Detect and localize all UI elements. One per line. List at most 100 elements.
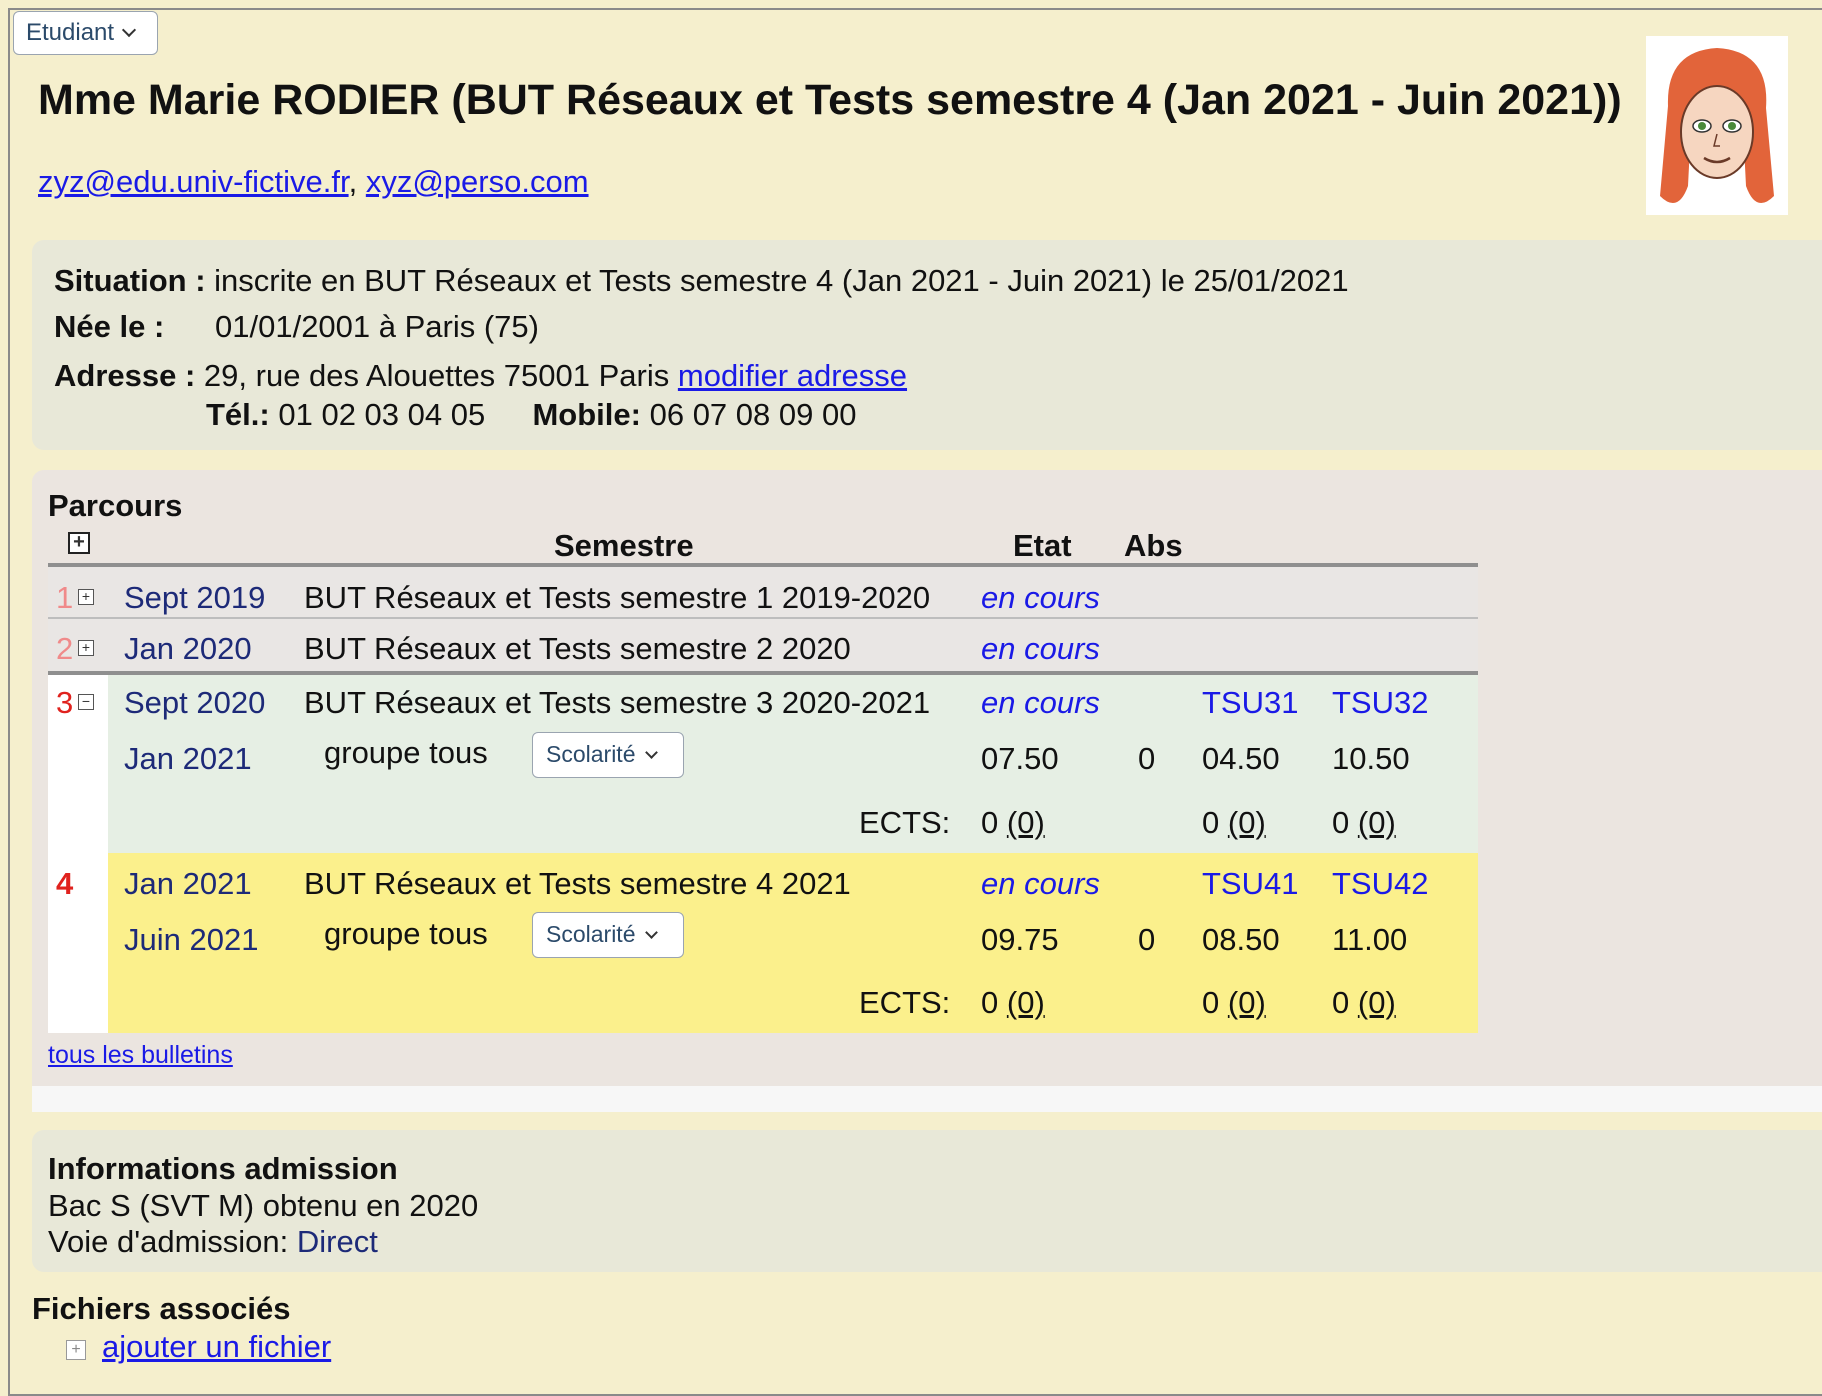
- semester-number: 2: [56, 631, 74, 666]
- admission-route-label: Voie d'admission:: [48, 1224, 289, 1259]
- secondary-email-link[interactable]: xyz@perso.com: [366, 164, 589, 199]
- semester-status: en cours: [981, 580, 1100, 615]
- ects-detail-link[interactable]: (0): [1007, 985, 1045, 1020]
- files-heading: Fichiers associés: [32, 1291, 291, 1326]
- student-avatar: [1646, 36, 1788, 215]
- semester-status: en cours: [981, 866, 1100, 901]
- ue-average: 10.50: [1332, 741, 1410, 776]
- add-file-link[interactable]: ajouter un fichier: [102, 1329, 331, 1365]
- col-semestre: Semestre: [554, 528, 694, 563]
- expand-icon[interactable]: +: [78, 640, 94, 656]
- chevron-down-icon: [645, 926, 659, 939]
- semester-average: 09.75: [981, 922, 1059, 957]
- address-value: 29, rue des Alouettes 75001 Paris: [203, 358, 670, 393]
- parcours-heading: Parcours: [48, 488, 183, 523]
- ue-code-link[interactable]: TSU41: [1202, 866, 1298, 902]
- ects-detail-link[interactable]: (0): [1007, 805, 1045, 840]
- semester-date-start: Jan 2021: [124, 866, 252, 901]
- ects-value: 0 (0): [981, 985, 1045, 1021]
- ects-credits: 0: [981, 985, 999, 1020]
- all-bulletins-link[interactable]: tous les bulletins: [48, 1041, 233, 1070]
- separator-strip: [32, 1086, 1822, 1112]
- tel-label: Tél.:: [206, 397, 270, 432]
- birth-label: Née le :: [54, 309, 165, 344]
- absence-count: 0: [1138, 741, 1156, 776]
- table-row[interactable]: 1 + Sept 2019 BUT Réseaux et Tests semes…: [48, 563, 1478, 621]
- semester-name: BUT Réseaux et Tests semestre 1 2019-202…: [304, 580, 931, 615]
- tel-value: 01 02 03 04 05: [278, 397, 486, 432]
- expand-all-icon[interactable]: +: [68, 532, 90, 554]
- situation-row: Situation : inscrite en BUT Réseaux et T…: [54, 263, 1349, 299]
- semester-date-end: Juin 2021: [124, 922, 259, 957]
- ects-detail-link[interactable]: (0): [1358, 805, 1396, 840]
- page-title: Mme Marie RODIER (BUT Réseaux et Tests s…: [38, 76, 1622, 124]
- admission-heading: Informations admission: [48, 1151, 398, 1186]
- ects-label: ECTS:: [859, 805, 951, 840]
- ue-average: 11.00: [1332, 922, 1408, 957]
- semester-number: 4: [56, 866, 74, 901]
- birth-value: 01/01/2001 à Paris (75): [215, 309, 539, 344]
- ects-credits: 0: [1332, 805, 1350, 840]
- semester-date-start: Sept 2020: [124, 685, 266, 720]
- ects-credits: 0: [981, 805, 999, 840]
- ue-code-link[interactable]: TSU31: [1202, 685, 1298, 721]
- select-label: Scolarité: [546, 741, 636, 767]
- address-label: Adresse :: [54, 358, 196, 393]
- email-links: zyz@edu.univ-fictive.fr, xyz@perso.com: [38, 164, 589, 200]
- semester-date: Sept 2019: [124, 580, 266, 615]
- select-label: Scolarité: [546, 921, 636, 947]
- semester-name: BUT Réseaux et Tests semestre 4 2021: [304, 866, 851, 901]
- avatar-image: [1660, 48, 1774, 204]
- semester-date-end: Jan 2021: [124, 741, 252, 776]
- table-row[interactable]: 3 − Sept 2020 BUT Réseaux et Tests semes…: [48, 671, 1478, 857]
- phone-row: Tél.: 01 02 03 04 05 Mobile: 06 07 08 09…: [206, 397, 856, 433]
- mobile-label: Mobile:: [532, 397, 641, 432]
- ects-value: 0 (0): [1332, 805, 1396, 841]
- table-row[interactable]: 4 Jan 2021 BUT Réseaux et Tests semestre…: [48, 853, 1478, 1033]
- semester-average: 07.50: [981, 741, 1059, 776]
- collapse-icon[interactable]: −: [78, 694, 94, 710]
- modify-address-link[interactable]: modifier adresse: [678, 358, 907, 393]
- ue-average: 08.50: [1202, 922, 1280, 957]
- chevron-down-icon: [645, 746, 659, 759]
- ects-detail-link[interactable]: (0): [1228, 805, 1266, 840]
- ects-value: 0 (0): [981, 805, 1045, 841]
- primary-email-link[interactable]: zyz@edu.univ-fictive.fr: [38, 164, 349, 199]
- ects-detail-link[interactable]: (0): [1228, 985, 1266, 1020]
- ue-average: 04.50: [1202, 741, 1280, 776]
- table-row[interactable]: 2 + Jan 2020 BUT Réseaux et Tests semest…: [48, 617, 1478, 673]
- col-etat: Etat: [1013, 528, 1072, 563]
- semester-date: Jan 2020: [124, 631, 252, 666]
- admission-route-value: Direct: [296, 1224, 378, 1259]
- ects-credits: 0: [1332, 985, 1350, 1020]
- ects-detail-link[interactable]: (0): [1358, 985, 1396, 1020]
- chevron-down-icon: [122, 22, 137, 38]
- group-label: groupe tous: [324, 916, 488, 951]
- ects-value: 0 (0): [1202, 805, 1266, 841]
- situation-value: inscrite en BUT Réseaux et Tests semestr…: [214, 263, 1349, 298]
- semester-status: en cours: [981, 685, 1100, 720]
- absence-count: 0: [1138, 922, 1156, 957]
- ects-label: ECTS:: [859, 985, 951, 1020]
- scolarite-select[interactable]: Scolarité: [532, 732, 684, 778]
- mobile-value: 06 07 08 09 00: [649, 397, 857, 432]
- semester-number: 3: [56, 685, 74, 720]
- address-row: Adresse : 29, rue des Alouettes 75001 Pa…: [54, 358, 907, 394]
- ects-value: 0 (0): [1332, 985, 1396, 1021]
- etudiant-menu-button[interactable]: Etudiant: [13, 11, 158, 55]
- semester-status: en cours: [981, 631, 1100, 666]
- ue-code-link[interactable]: TSU32: [1332, 685, 1428, 721]
- scolarite-select[interactable]: Scolarité: [532, 912, 684, 958]
- ue-code-link[interactable]: TSU42: [1332, 866, 1428, 902]
- admission-bac: Bac S (SVT M) obtenu en 2020: [48, 1188, 479, 1223]
- add-file-icon[interactable]: +: [66, 1340, 86, 1360]
- situation-label: Situation :: [54, 263, 206, 298]
- ects-credits: 0: [1202, 985, 1220, 1020]
- expand-icon[interactable]: +: [78, 589, 94, 605]
- etudiant-menu-label: Etudiant: [26, 19, 115, 46]
- ects-credits: 0: [1202, 805, 1220, 840]
- semester-name: BUT Réseaux et Tests semestre 2 2020: [304, 631, 851, 666]
- semester-number: 1: [56, 580, 74, 615]
- email-separator: ,: [348, 164, 358, 199]
- admission-route: Voie d'admission: Direct: [48, 1224, 378, 1260]
